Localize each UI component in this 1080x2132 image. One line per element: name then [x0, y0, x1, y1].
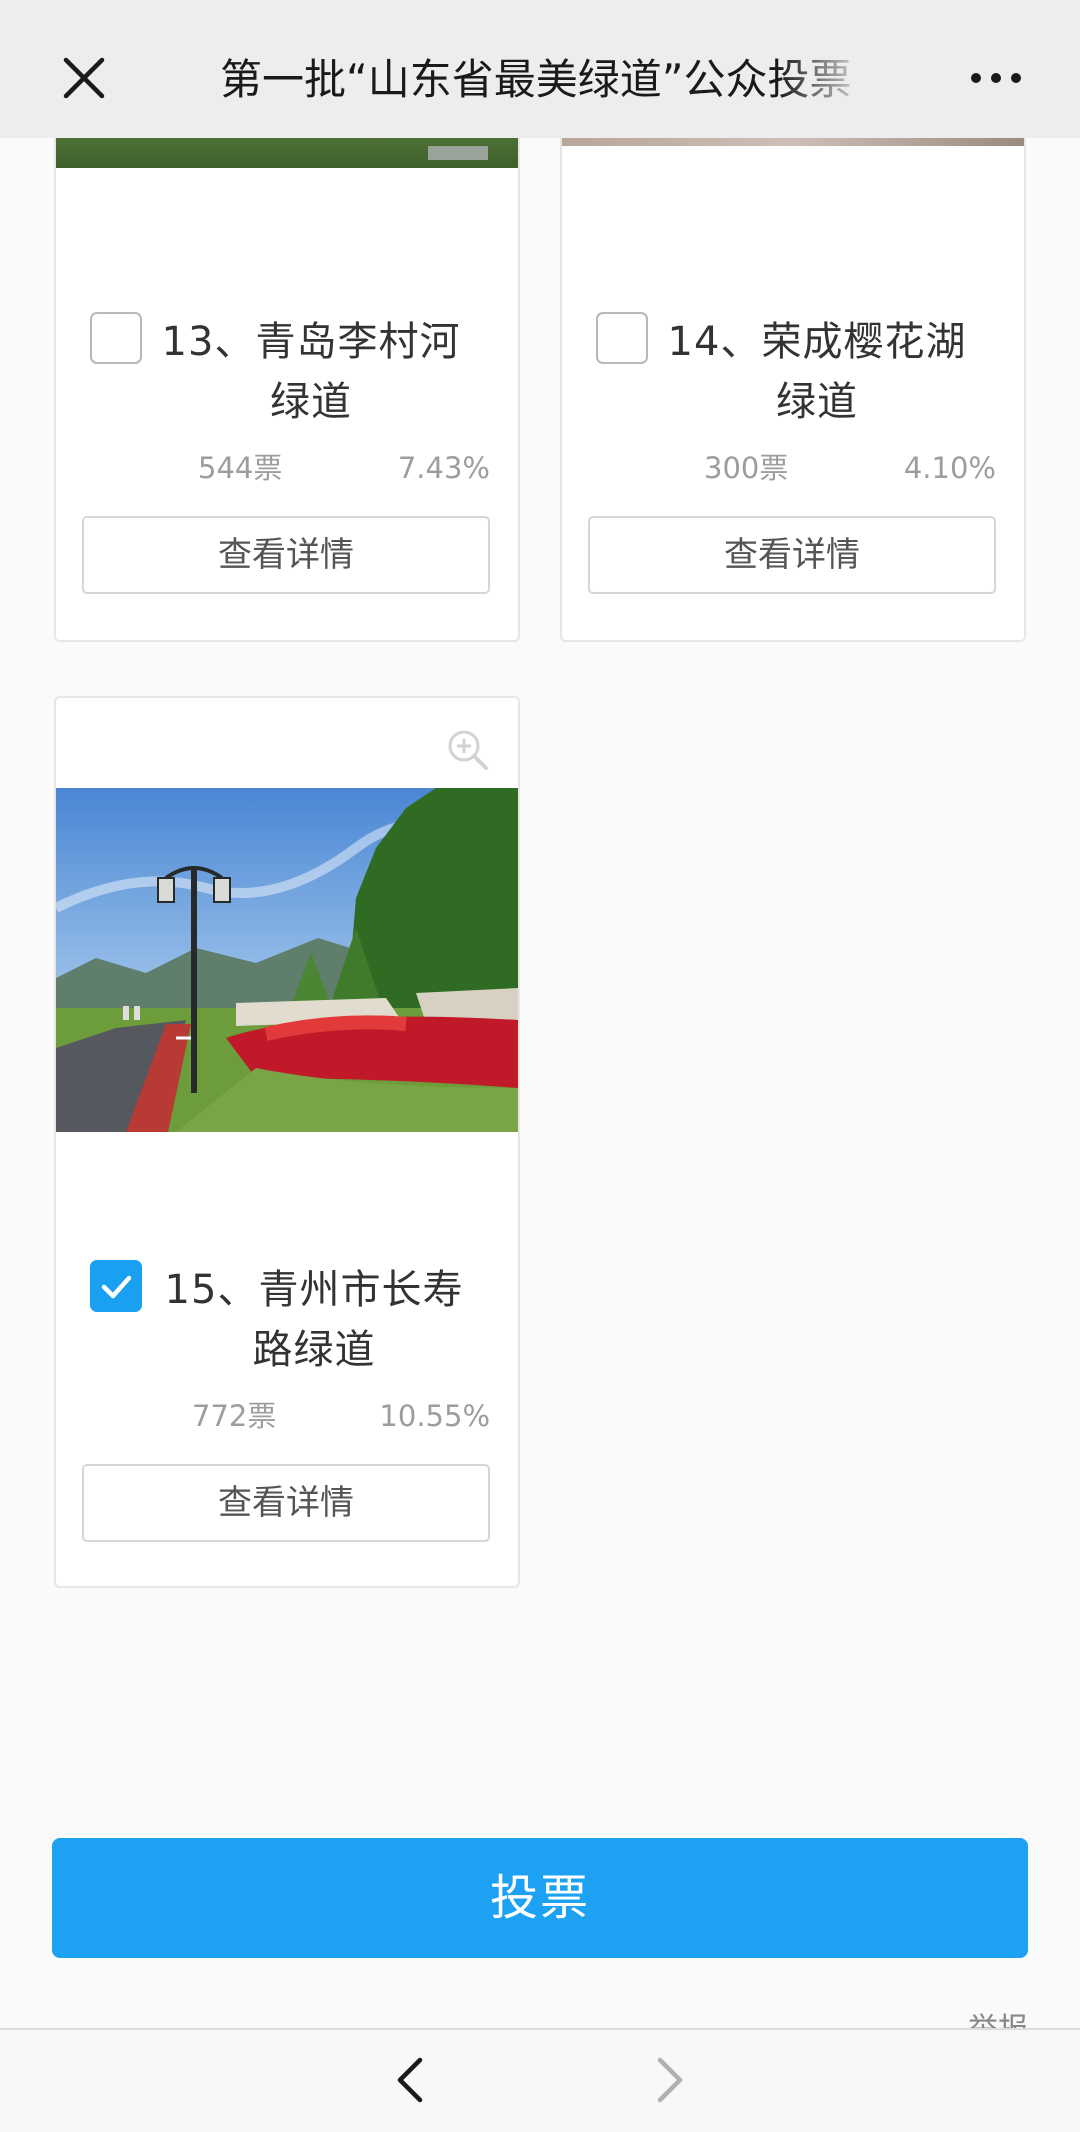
close-icon[interactable]: [56, 50, 112, 106]
vote-count-13: 544票: [198, 451, 283, 485]
vote-percent-15: 10.55%: [379, 1399, 490, 1433]
greenway-card-14: 14、荣成樱花湖绿道 300票 4.10% 查看详情: [560, 60, 1026, 642]
view-details-button-13[interactable]: 查看详情: [82, 516, 490, 594]
chevron-right-icon: [652, 2048, 692, 2112]
title-bar: 第一批“山东省最美绿道”公众投票: [0, 0, 1080, 138]
greenway-card-13: 13、青岛李村河绿道 544票 7.43% 查看详情: [54, 60, 520, 642]
chevron-left-icon[interactable]: [388, 2048, 428, 2112]
greenway-photo-15: [56, 788, 518, 1132]
checkbox-15-checked[interactable]: [90, 1260, 142, 1312]
page-title: 第一批“山东省最美绿道”公众投票: [220, 55, 852, 104]
checkbox-13[interactable]: [90, 312, 142, 364]
greenway-name-13: 13、青岛李村河绿道: [161, 319, 461, 425]
bottom-navigation: [0, 2028, 1080, 2132]
view-details-button-15[interactable]: 查看详情: [82, 1464, 490, 1542]
checkbox-14[interactable]: [596, 312, 648, 364]
greenway-card-15: 15、青州市长寿路绿道 772票 10.55% 查看详情: [54, 696, 520, 1588]
report-link[interactable]: 举报: [968, 2012, 1028, 2028]
more-icon[interactable]: [968, 60, 1024, 96]
greenway-name-14: 14、荣成樱花湖绿道: [667, 319, 967, 425]
vote-count-14: 300票: [704, 451, 789, 485]
vote-button[interactable]: 投票: [52, 1838, 1028, 1958]
checkmark-icon: [101, 1275, 132, 1299]
vote-percent-13: 7.43%: [397, 451, 490, 485]
greenway-name-15: 15、青州市长寿路绿道: [164, 1267, 464, 1373]
zoom-in-icon[interactable]: [444, 726, 492, 774]
view-details-button-14[interactable]: 查看详情: [588, 516, 996, 594]
page: 第一批“山东省最美绿道”公众投票 13、青岛李村河绿道 544票 7.43% 查…: [0, 0, 1080, 2132]
vote-count-15: 772票: [192, 1399, 277, 1433]
vote-percent-14: 4.10%: [903, 451, 996, 485]
